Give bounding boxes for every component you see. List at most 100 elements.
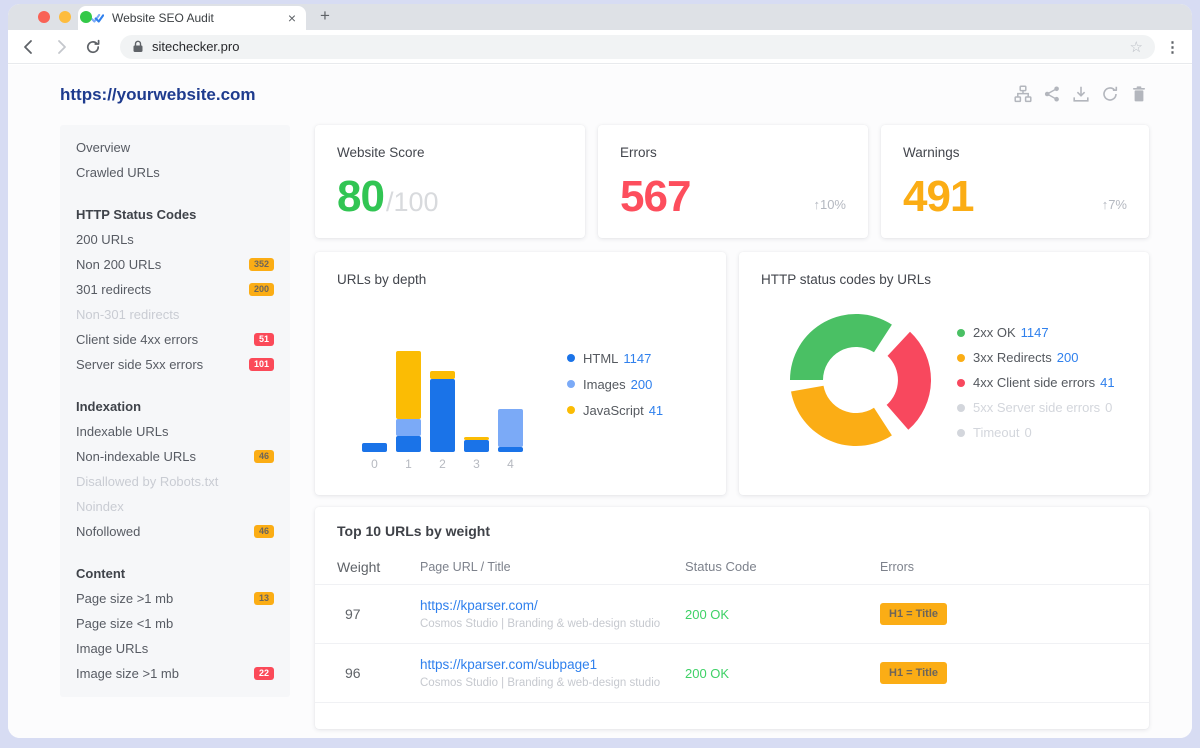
lock-icon <box>132 40 144 53</box>
svg-text:3: 3 <box>473 457 480 471</box>
bookmark-star-icon[interactable]: ☆ <box>1130 38 1143 56</box>
sitemap-icon[interactable] <box>1014 85 1032 103</box>
legend-dot <box>957 329 965 337</box>
new-tab-button[interactable]: + <box>320 6 330 26</box>
sidebar-section-title: Indexation <box>76 394 274 419</box>
legend-value: 0 <box>1105 400 1112 415</box>
back-button[interactable] <box>20 38 38 56</box>
table-title: Top 10 URLs by weight <box>337 523 490 539</box>
legend-dot <box>957 404 965 412</box>
sidebar-item-label: Non 200 URLs <box>76 257 249 272</box>
sidebar-item-client-side-4xx-errors[interactable]: Client side 4xx errors51 <box>76 327 274 352</box>
tab-title: Website SEO Audit <box>112 11 286 25</box>
legend-item-javascript: JavaScript41 <box>567 397 663 423</box>
sidebar-item-301-redirects[interactable]: 301 redirects200 <box>76 277 274 302</box>
donut-segment <box>791 386 892 446</box>
legend-label: Timeout <box>973 425 1019 440</box>
count-badge: 200 <box>249 283 274 296</box>
traffic-lights <box>38 11 92 23</box>
legend-item-2xx-ok: 2xx OK1147 <box>957 320 1115 345</box>
table-body: 97https://kparser.com/Cosmos Studio | Br… <box>315 585 1149 703</box>
table-header-row: Weight Page URL / Title Status Code Erro… <box>315 549 1149 585</box>
sidebar-item-label: Overview <box>76 140 274 155</box>
legend-item-images: Images200 <box>567 371 663 397</box>
legend-value: 1147 <box>623 351 651 366</box>
sidebar-item-nofollowed[interactable]: Nofollowed46 <box>76 519 274 544</box>
warnings-value: 491 <box>903 172 973 222</box>
page-url-cell: https://kparser.com/subpage1Cosmos Studi… <box>420 657 685 689</box>
donut-segment <box>790 314 892 380</box>
column-header-errors: Errors <box>880 560 1149 574</box>
website-score-suffix: /100 <box>386 187 439 218</box>
sidebar-item-label: Image URLs <box>76 641 274 656</box>
sidebar-item-non-indexable-urls[interactable]: Non-indexable URLs46 <box>76 444 274 469</box>
sidebar-item-image-size-1-mb[interactable]: Image size >1 mb22 <box>76 661 274 686</box>
page-url-link[interactable]: https://kparser.com/ <box>420 598 685 613</box>
sidebar-item-indexable-urls[interactable]: Indexable URLs <box>76 419 274 444</box>
sidebar-item-label: Image size >1 mb <box>76 666 254 681</box>
status-code-value: 200 OK <box>685 666 880 681</box>
sidebar-item-label: Nofollowed <box>76 524 254 539</box>
seo-audit-page: https://yourwebsite.com <box>8 65 1192 738</box>
errors-value: 567 <box>620 172 690 222</box>
report-actions <box>1014 85 1148 103</box>
sidebar-item-image-urls[interactable]: Image URLs <box>76 636 274 661</box>
urls-by-depth-chart: 01234 <box>315 252 726 495</box>
count-badge: 101 <box>249 358 274 371</box>
page-url-link[interactable]: https://kparser.com/subpage1 <box>420 657 685 672</box>
legend-item-3xx-redirects: 3xx Redirects200 <box>957 345 1115 370</box>
donut-segment <box>887 332 931 430</box>
share-icon[interactable] <box>1043 85 1061 103</box>
reload-button[interactable] <box>84 38 102 56</box>
sidebar-item-page-size-1-mb[interactable]: Page size <1 mb <box>76 611 274 636</box>
sidebar-item-crawled-urls[interactable]: Crawled URLs <box>76 160 274 185</box>
warnings-card: Warnings 491 ↑7% <box>881 125 1149 238</box>
sidebar-group: ContentPage size >1 mb13Page size <1 mbI… <box>76 561 274 686</box>
sidebar-item-200-urls[interactable]: 200 URLs <box>76 227 274 252</box>
sidebar-item-label: Non-indexable URLs <box>76 449 254 464</box>
address-bar[interactable]: sitechecker.pro ☆ <box>120 35 1155 59</box>
refresh-icon[interactable] <box>1101 85 1119 103</box>
browser-tab[interactable]: Website SEO Audit × <box>78 6 306 30</box>
top-urls-table: Weight Page URL / Title Status Code Erro… <box>315 549 1149 703</box>
forward-button[interactable] <box>52 38 70 56</box>
error-badge: H1 = Title <box>880 662 947 684</box>
download-icon[interactable] <box>1072 85 1090 103</box>
legend-dot <box>567 380 575 388</box>
sidebar-item-label: Page size >1 mb <box>76 591 254 606</box>
trash-icon[interactable] <box>1130 85 1148 103</box>
top-urls-table-card: Top 10 URLs by weight Weight Page URL / … <box>315 507 1149 729</box>
count-badge: 51 <box>254 333 274 346</box>
sidebar-item-label: Non-301 redirects <box>76 307 274 322</box>
sidebar-item-label: Indexable URLs <box>76 424 274 439</box>
page-title-subtext: Cosmos Studio | Branding & web-design st… <box>420 618 685 630</box>
url-text: sitechecker.pro <box>152 39 1130 54</box>
urls-by-depth-card: 01234 URLs by depth HTML1147Images200Jav… <box>315 252 726 495</box>
sidebar-item-label: Disallowed by Robots.txt <box>76 474 274 489</box>
sidebar-item-server-side-5xx-errors[interactable]: Server side 5xx errors101 <box>76 352 274 377</box>
tab-favicon-icon <box>90 11 104 25</box>
legend-item-html: HTML1147 <box>567 345 663 371</box>
legend-dot <box>957 429 965 437</box>
minimize-window-button[interactable] <box>59 11 71 23</box>
tab-close-icon[interactable]: × <box>286 11 298 25</box>
website-score-card: Website Score 80 /100 <box>315 125 585 238</box>
sidebar-item-page-size-1-mb[interactable]: Page size >1 mb13 <box>76 586 274 611</box>
sidebar-group: HTTP Status Codes200 URLsNon 200 URLs352… <box>76 202 274 377</box>
close-window-button[interactable] <box>38 11 50 23</box>
table-row: 96https://kparser.com/subpage1Cosmos Stu… <box>315 644 1149 703</box>
sidebar-item-overview[interactable]: Overview <box>76 135 274 160</box>
count-badge: 46 <box>254 450 274 463</box>
sidebar-item-disallowed-by-robots-txt: Disallowed by Robots.txt <box>76 469 274 494</box>
sidebar-item-non-200-urls[interactable]: Non 200 URLs352 <box>76 252 274 277</box>
sidebar-group: Overview Crawled URLs <box>76 135 274 185</box>
legend-dot <box>957 379 965 387</box>
stat-label: Warnings <box>903 145 960 160</box>
zoom-window-button[interactable] <box>80 11 92 23</box>
http-status-codes-card: HTTP status codes by URLs 2xx OK11473xx … <box>739 252 1149 495</box>
page-url-cell: https://kparser.com/Cosmos Studio | Bran… <box>420 598 685 630</box>
donut-chart-legend: 2xx OK11473xx Redirects2004xx Client sid… <box>957 320 1115 445</box>
legend-item-4xx-client-side-errors: 4xx Client side errors41 <box>957 370 1115 395</box>
stat-label: Website Score <box>337 145 425 160</box>
browser-menu-icon[interactable]: ⋮ <box>1165 38 1180 56</box>
